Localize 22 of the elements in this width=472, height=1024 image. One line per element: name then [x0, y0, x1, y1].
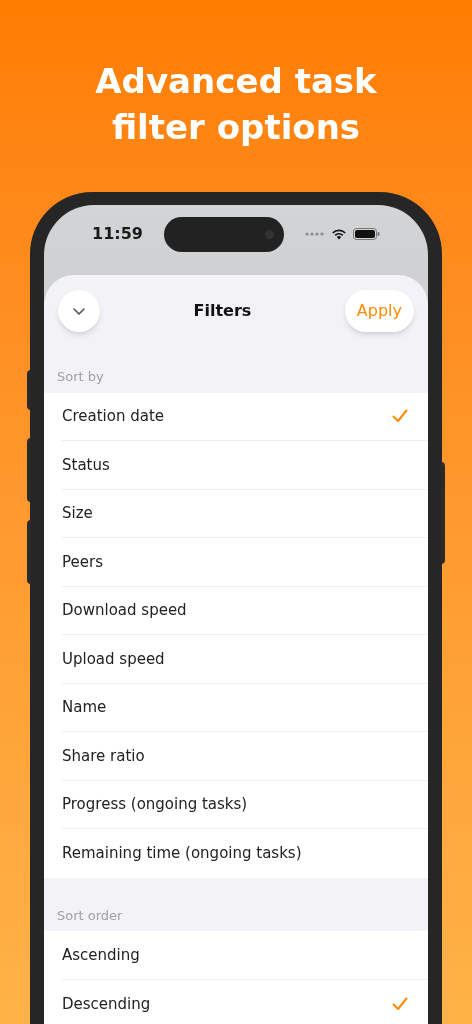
- option-row[interactable]: Ascending: [62, 931, 428, 980]
- sheet-title: Filters: [193, 300, 252, 322]
- battery-icon: [353, 228, 380, 240]
- chevron-down-icon: [73, 307, 85, 315]
- option-row[interactable]: Progress (ongoing tasks): [62, 780, 428, 829]
- option-row[interactable]: Peers: [62, 538, 428, 587]
- option-row[interactable]: Download speed: [62, 586, 428, 635]
- option-row[interactable]: Creation date: [62, 392, 428, 441]
- option-row[interactable]: Name: [62, 683, 428, 732]
- option-row[interactable]: Upload speed: [62, 635, 428, 684]
- option-row[interactable]: Descending: [62, 979, 428, 1024]
- status-time: 11:59: [92, 223, 143, 245]
- option-row[interactable]: Remaining time (ongoing tasks): [62, 829, 428, 878]
- signal-icon: [305, 232, 325, 236]
- section-header: Sort by: [56, 368, 105, 386]
- option-row[interactable]: Status: [62, 441, 428, 490]
- option-row[interactable]: Size: [62, 489, 428, 538]
- option-row[interactable]: Share ratio: [62, 732, 428, 781]
- section-header: Sort order: [56, 906, 124, 925]
- wifi-icon: [331, 228, 347, 240]
- headline: Advanced task filter options: [95, 60, 377, 149]
- collapse-button[interactable]: [58, 290, 100, 332]
